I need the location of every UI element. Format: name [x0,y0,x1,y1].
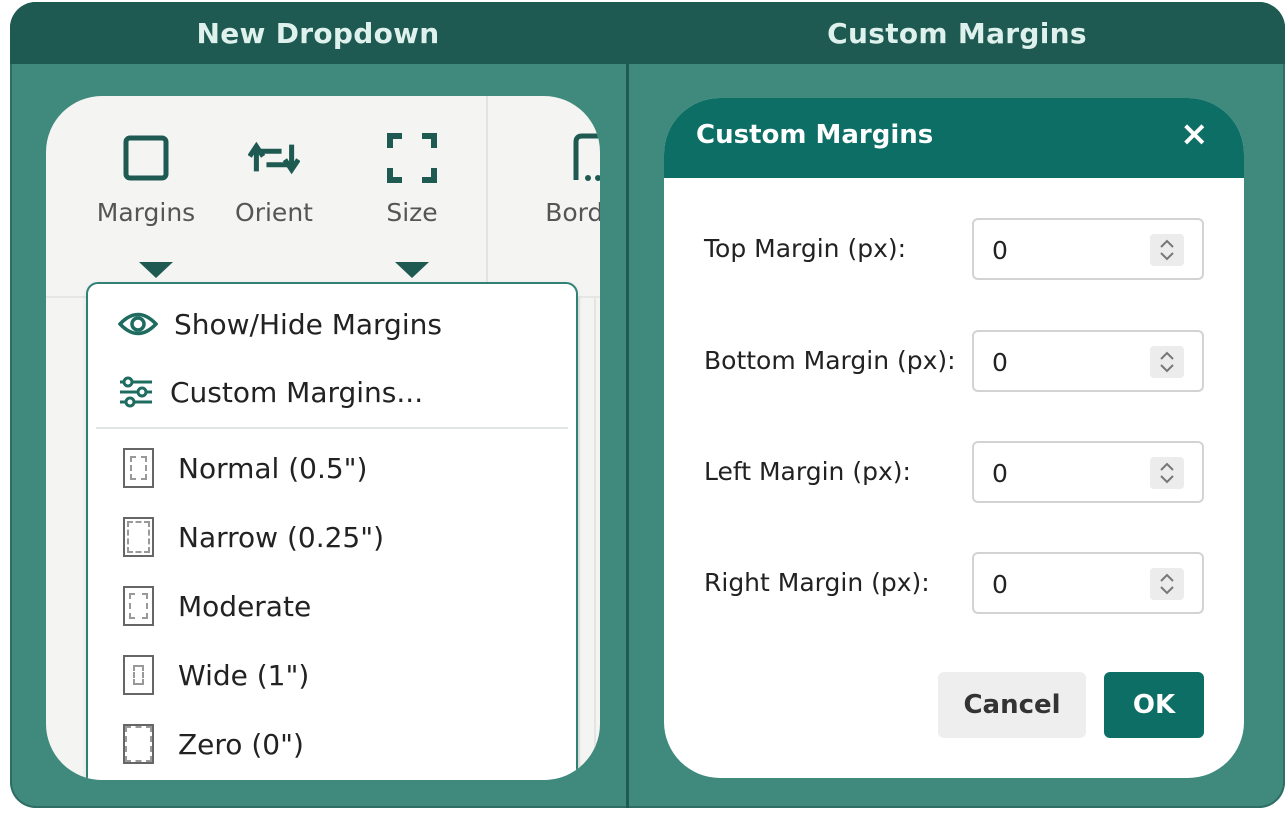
border-icon [570,132,600,184]
right-margin-field[interactable] [972,552,1204,614]
page-narrow-icon [118,517,158,557]
menu-item-zero[interactable]: Zero (0") [88,714,576,774]
left-margin-field[interactable] [972,441,1204,503]
eye-icon [118,304,158,344]
menu-item-show-hide-margins[interactable]: Show/Hide Margins [88,294,576,354]
square-icon [120,132,172,184]
sliders-icon [116,372,156,412]
dialog-title-bar: Custom Margins × [664,98,1244,178]
spinner-icon[interactable] [1150,568,1184,600]
menu-item-narrow[interactable]: Narrow (0.25") [88,507,576,567]
size-caret-icon[interactable] [395,262,429,278]
margins-caret-icon[interactable] [139,262,173,278]
cancel-button[interactable]: Cancel [938,672,1086,738]
menu-item-label: Wide (1") [178,658,310,692]
sheet-grid-line [578,298,580,780]
menu-item-custom-margins[interactable]: Custom Margins... [88,362,576,422]
right-panel-header: Custom Margins [629,2,1285,64]
menu-item-label: Narrow (0.25") [178,520,385,554]
right-margin-label: Right Margin (px): [704,568,930,597]
size-tool-button[interactable]: Size [357,96,467,246]
spinner-icon[interactable] [1150,234,1184,266]
comparison-frame: New Dropdown Custom Margins Margins Orie [10,2,1285,808]
menu-item-normal[interactable]: Normal (0.5") [88,438,576,498]
bottom-margin-field[interactable] [972,330,1204,392]
custom-margins-dialog: Custom Margins × Top Margin (px): Bottom… [664,98,1244,778]
margins-tool-label: Margins [96,198,196,227]
menu-item-moderate[interactable]: Moderate [88,576,576,636]
bottom-margin-label: Bottom Margin (px): [704,346,956,375]
right-margin-row: Right Margin (px): [704,552,1204,614]
top-margin-label: Top Margin (px): [704,234,907,263]
borders-tool-label: Borde [545,198,600,227]
size-tool-label: Size [386,198,438,227]
top-margin-input[interactable] [990,232,1144,268]
page-wide-icon [118,655,158,695]
orient-tool-button[interactable]: Orient [219,96,329,246]
menu-item-label: Show/Hide Margins [174,307,442,341]
left-margin-label: Left Margin (px): [704,457,911,486]
borders-tool-button[interactable]: Borde [522,96,600,246]
margins-dropdown-menu: Show/Hide Margins Custom Margins... Norm… [86,282,578,780]
left-margin-row: Left Margin (px): [704,441,1204,503]
left-panel-header: New Dropdown [10,2,626,64]
ribbon-group-separator [486,96,488,296]
margins-tool-button[interactable]: Margins [91,96,201,246]
menu-item-wide[interactable]: Wide (1") [88,645,576,705]
ok-button[interactable]: OK [1104,672,1204,738]
corners-frame-icon [386,132,438,184]
top-margin-row: Top Margin (px): [704,218,1204,280]
page-normal-icon [118,448,158,488]
spinner-icon[interactable] [1150,457,1184,489]
top-margin-field[interactable] [972,218,1204,280]
dialog-title: Custom Margins [696,120,934,150]
right-margin-input[interactable] [990,566,1144,602]
menu-item-label: Moderate [178,589,312,623]
menu-item-label: Zero (0") [178,727,304,761]
bottom-margin-row: Bottom Margin (px): [704,330,1204,392]
left-margin-input[interactable] [990,455,1144,491]
bottom-margin-input[interactable] [990,344,1144,380]
menu-item-label: Custom Margins... [170,375,424,409]
dropdown-preview-panel: Margins Orient Size Bord Show/Hide Margi… [46,96,600,780]
panel-divider [626,2,629,808]
page-moderate-icon [118,586,158,626]
rotate-arrows-icon [248,132,300,184]
menu-separator [96,427,568,429]
spinner-icon[interactable] [1150,346,1184,378]
page-zero-icon [118,724,158,764]
close-icon[interactable]: × [1180,114,1209,154]
menu-item-label: Normal (0.5") [178,451,368,485]
sheet-grid-line [594,298,596,780]
orient-tool-label: Orient [235,198,313,227]
